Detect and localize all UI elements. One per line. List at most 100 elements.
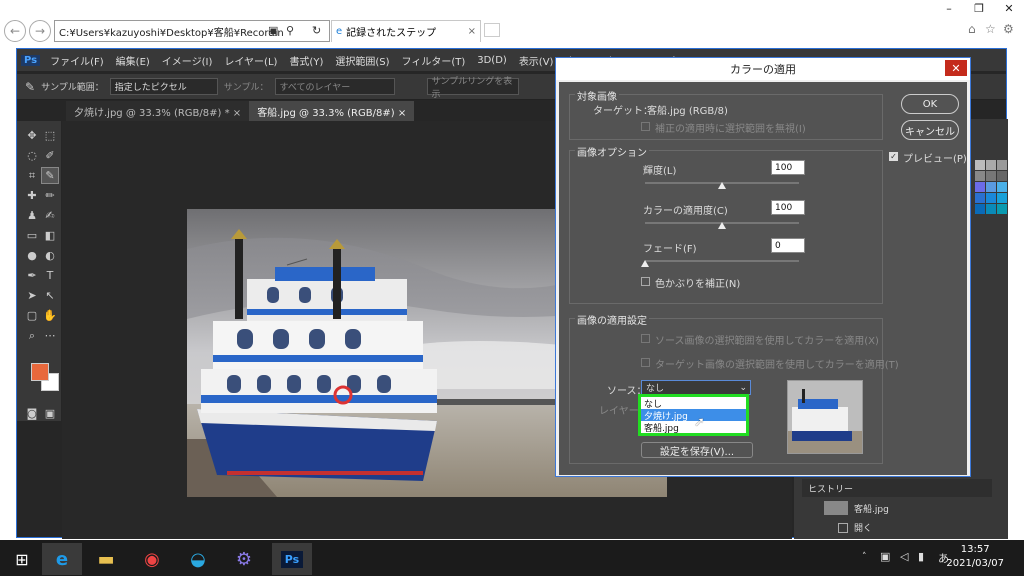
- quick-select-icon[interactable]: ✐: [41, 147, 59, 164]
- back-icon[interactable]: ←: [4, 20, 26, 42]
- tools-panel: ✥ ⬚ ◌ ✐ ⌗ ✎ ✚ ✏ ♟ ✍ ▭ ◧ ● ◐ ✒ T ➤ ↖ ▢ ✋ …: [17, 121, 61, 421]
- target-label: ターゲット：: [593, 106, 653, 117]
- history-title-text: ヒストリー: [808, 484, 854, 495]
- volume-icon[interactable]: ◁: [900, 550, 908, 563]
- fade-slider-thumb[interactable]: [641, 260, 649, 267]
- direct-select-icon[interactable]: ↖: [41, 287, 59, 304]
- quick-mask-icon[interactable]: ◙: [23, 405, 41, 422]
- use-source-selection-checkbox[interactable]: [641, 334, 650, 343]
- dodge-tool-icon[interactable]: ◐: [41, 247, 59, 264]
- address-text: C:¥Users¥kazuyoshi¥Desktop¥客船¥Recordin: [59, 27, 284, 39]
- target-value: 客船.jpg (RGB/8): [647, 106, 728, 117]
- blur-tool-icon[interactable]: ●: [23, 247, 41, 264]
- healing-brush-icon[interactable]: ✚: [23, 187, 41, 204]
- sample-layers-select[interactable]: すべてのレイヤー: [274, 78, 395, 95]
- restore-icon[interactable]: ❐: [964, 0, 994, 16]
- close-window-icon[interactable]: ✕: [994, 0, 1024, 16]
- history-brush-icon[interactable]: ✍: [41, 207, 59, 224]
- browser-bar: ← → C:¥Users¥kazuyoshi¥Desktop¥客船¥Record…: [0, 0, 1024, 42]
- fade-input[interactable]: 0: [771, 238, 805, 253]
- pen-tool-icon[interactable]: ✒: [23, 267, 41, 284]
- tray-chevron-icon[interactable]: ˄: [862, 552, 867, 562]
- refresh-icon[interactable]: ↻: [312, 24, 321, 37]
- tab-title: 記録されたステップ: [346, 28, 437, 39]
- sample-range-select[interactable]: 指定したピクセル: [109, 78, 218, 95]
- hand-tool-icon[interactable]: ✋: [41, 307, 59, 324]
- menu-edit[interactable]: 編集(E): [110, 53, 156, 68]
- close-icon[interactable]: ×: [233, 108, 241, 119]
- menu-3d[interactable]: 3D(D): [471, 55, 513, 66]
- cancel-button[interactable]: キャンセル: [901, 120, 959, 140]
- type-tool-icon[interactable]: T: [41, 267, 59, 284]
- use-target-selection-checkbox[interactable]: [641, 358, 650, 367]
- ignore-selection-checkbox[interactable]: [641, 122, 650, 131]
- preview-checkbox[interactable]: ✓: [889, 152, 898, 161]
- close-icon[interactable]: ✕: [945, 60, 967, 76]
- edge-icon[interactable]: ◒: [178, 543, 218, 575]
- menu-view[interactable]: 表示(V): [513, 53, 560, 68]
- internet-explorer-icon[interactable]: e: [42, 543, 82, 575]
- menu-file[interactable]: ファイル(F): [44, 53, 110, 68]
- history-step-open[interactable]: 開く: [838, 521, 872, 534]
- lasso-tool-icon[interactable]: ◌: [23, 147, 41, 164]
- favorites-icon[interactable]: ☆: [985, 22, 996, 36]
- fade-label: フェード(F): [643, 244, 697, 255]
- doc-tab-sunset[interactable]: 夕焼け.jpg @ 33.3% (RGB/8#) * ×: [66, 101, 250, 121]
- color-intensity-input[interactable]: 100: [771, 200, 805, 215]
- forward-icon[interactable]: →: [29, 20, 51, 42]
- menu-type[interactable]: 書式(Y): [283, 53, 329, 68]
- photoshop-app-icon[interactable]: Ps: [272, 543, 312, 575]
- history-snapshot[interactable]: 客船.jpg: [824, 501, 889, 515]
- home-icon[interactable]: ⌂: [968, 22, 976, 36]
- battery-icon[interactable]: ▮: [918, 550, 924, 563]
- menu-select[interactable]: 選択範囲(S): [329, 53, 395, 68]
- menu-image[interactable]: イメージ(I): [156, 53, 219, 68]
- luminance-input[interactable]: 100: [771, 160, 805, 175]
- eyedropper-icon[interactable]: ✎: [25, 80, 35, 94]
- gradient-tool-icon[interactable]: ◧: [41, 227, 59, 244]
- doc-tab-ship[interactable]: 客船.jpg @ 33.3% (RGB/8#) ×: [249, 101, 415, 121]
- source-select[interactable]: なし ⌄: [641, 380, 751, 395]
- path-select-icon[interactable]: ➤: [23, 287, 41, 304]
- clone-stamp-icon[interactable]: ♟: [23, 207, 41, 224]
- taskbar-clock[interactable]: 13:57 2021/03/07: [946, 543, 1004, 571]
- chrome-icon[interactable]: ◉: [132, 543, 172, 575]
- settings-gear-icon[interactable]: ⚙: [224, 543, 264, 575]
- file-explorer-icon[interactable]: ▬: [86, 543, 126, 575]
- source-option-none[interactable]: なし: [641, 397, 746, 410]
- menu-layer[interactable]: レイヤー(L): [218, 53, 283, 68]
- minimize-icon[interactable]: –: [934, 0, 964, 16]
- close-icon[interactable]: ×: [398, 108, 406, 119]
- eraser-tool-icon[interactable]: ▭: [23, 227, 41, 244]
- fade-slider[interactable]: [645, 260, 799, 262]
- screen-mode-icon[interactable]: ▣: [41, 405, 59, 422]
- rectangle-tool-icon[interactable]: ▢: [23, 307, 41, 324]
- ok-button[interactable]: OK: [901, 94, 959, 114]
- luminance-slider-thumb[interactable]: [718, 182, 726, 189]
- sample-ring-checkbox[interactable]: サンプルリングを表示: [426, 77, 519, 100]
- new-tab-button[interactable]: [484, 23, 500, 37]
- luminance-label: 輝度(L): [643, 166, 677, 177]
- move-tool-icon[interactable]: ✥: [23, 127, 41, 144]
- zoom-tool-icon[interactable]: ⌕: [23, 327, 41, 344]
- crop-tool-icon[interactable]: ⌗: [23, 167, 41, 184]
- network-icon[interactable]: ▣: [880, 550, 890, 563]
- color-intensity-slider-thumb[interactable]: [718, 222, 726, 229]
- brush-tool-icon[interactable]: ✏: [41, 187, 59, 204]
- more-tools-icon[interactable]: ⋯: [41, 327, 59, 344]
- foreground-color-swatch[interactable]: [31, 363, 49, 381]
- dialog-body: 対象画像 ターゲット： 客船.jpg (RGB/8) 補正の適用時に選択範囲を無…: [559, 82, 967, 475]
- search-icon[interactable]: ⚲: [286, 24, 294, 37]
- neutralize-checkbox[interactable]: [641, 277, 650, 286]
- gear-icon[interactable]: ⚙: [1003, 22, 1014, 36]
- save-statistics-button[interactable]: 設定を保存(V)...: [641, 442, 753, 458]
- marquee-tool-icon[interactable]: ⬚: [41, 127, 59, 144]
- windows-start-icon[interactable]: ⊞: [2, 543, 42, 575]
- menu-filter[interactable]: フィルター(T): [396, 53, 472, 68]
- close-tab-icon[interactable]: ×: [468, 26, 476, 37]
- apply-color-dialog: カラーの適用 ✕ 対象画像 ターゲット： 客船.jpg (RGB/8) 補正の適…: [555, 57, 971, 477]
- eyedropper-tool-icon[interactable]: ✎: [41, 167, 59, 184]
- sample-ring-label: サンプルリングを表示: [431, 76, 513, 100]
- browser-tab[interactable]: e 記録されたステップ ×: [331, 20, 481, 42]
- color-intensity-label: カラーの適用度(C): [643, 206, 728, 217]
